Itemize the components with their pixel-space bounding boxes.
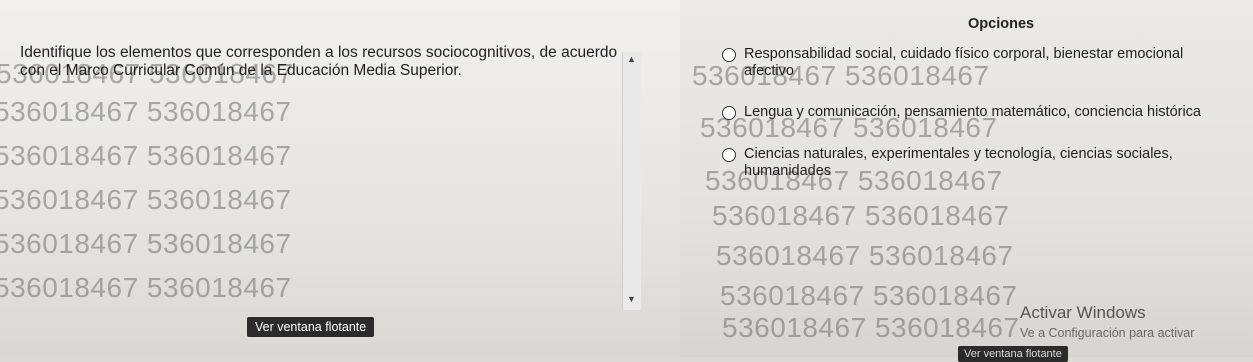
watermark-text: 536018467 536018467 [0,96,292,127]
option-3[interactable]: Ciencias naturales, experimentales y tec… [722,146,1222,180]
floating-window-button-secondary[interactable]: Ver ventana flotante [958,346,1068,362]
options-title: Opciones [968,16,1035,32]
option-1[interactable]: Responsabilidad social, cuidado físico c… [722,46,1222,80]
question-text: Identifique los elementos que correspond… [20,44,618,79]
watermark-text: 536018467 536018467 [0,140,292,171]
option-label: Lengua y comunicación, pensamiento matem… [744,104,1201,120]
watermark-text: 536018467 536018467 [0,228,292,259]
watermark-text: 536018467 536018467 [716,240,1014,271]
watermark-text: 536018467 536018467 [0,184,292,215]
scroll-down-icon[interactable]: ▼ [627,294,636,304]
option-2[interactable]: Lengua y comunicación, pensamiento matem… [722,104,1222,121]
floating-window-button[interactable]: Ver ventana flotante [247,317,375,337]
scroll-up-icon[interactable]: ▲ [627,54,636,64]
option-label: Responsabilidad social, cuidado físico c… [744,46,1184,79]
question-scrollbar[interactable]: ▲ ▼ [622,52,641,310]
radio-button[interactable] [722,148,736,162]
watermark-text: 536018467 536018467 [0,272,292,303]
windows-activation-subtitle: Ve a Configuración para activar [1020,326,1195,340]
option-label: Ciencias naturales, experimentales y tec… [744,146,1173,179]
watermark-text: 536018467 536018467 [720,280,1018,311]
watermark-text: 536018467 536018467 [712,200,1010,231]
radio-button[interactable] [722,48,736,62]
radio-button[interactable] [722,106,736,120]
windows-activation-title: Activar Windows [1020,303,1146,322]
watermark-text: 536018467 536018467 [722,312,1020,343]
